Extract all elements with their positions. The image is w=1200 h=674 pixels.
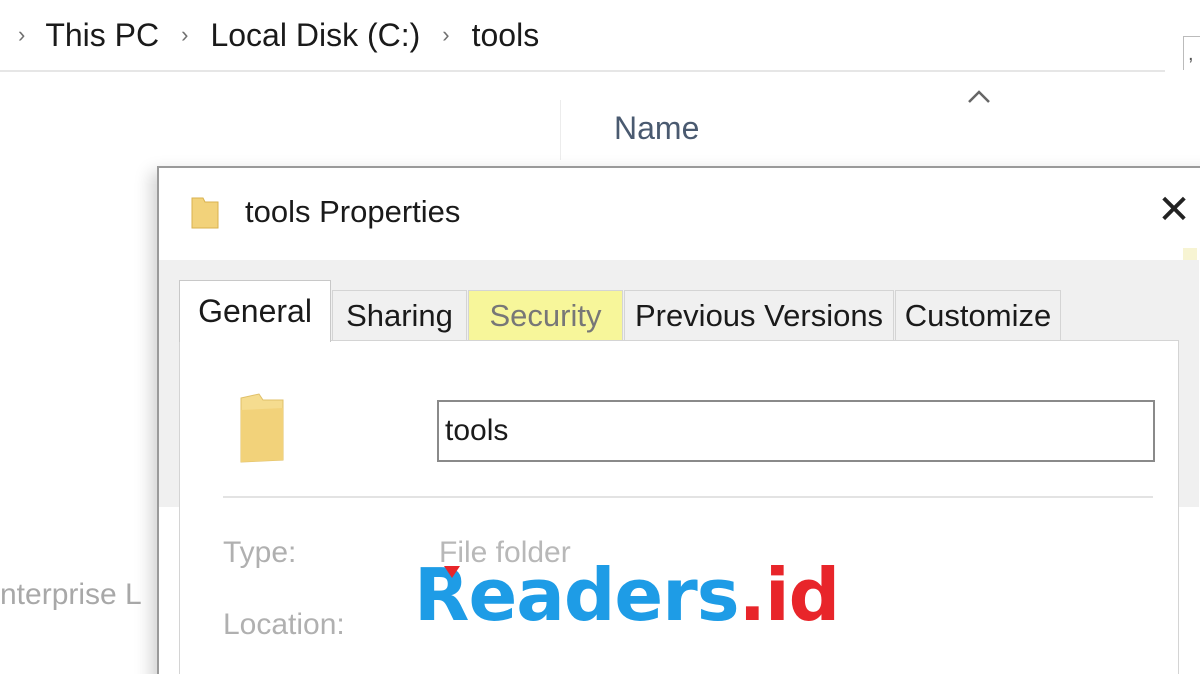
type-label: Type: <box>223 536 297 569</box>
chevron-right-icon[interactable]: › <box>181 22 188 48</box>
location-label: Location: <box>223 608 345 641</box>
search-box-fragment[interactable]: , <box>1183 36 1200 70</box>
breadcrumb-item-this-pc[interactable]: This PC <box>45 17 159 54</box>
tab-customize[interactable]: Customize <box>895 290 1061 340</box>
watermark-logo: Readers.id <box>414 553 841 637</box>
folder-icon <box>191 197 219 229</box>
sidebar-text-fragment: nterprise L <box>0 578 142 611</box>
folder-name-input[interactable] <box>437 400 1155 462</box>
breadcrumb-item-tools[interactable]: tools <box>472 17 540 54</box>
chevron-up-icon <box>968 90 990 103</box>
tab-general[interactable]: General <box>179 280 331 342</box>
dialog-title: tools Properties <box>245 194 461 229</box>
close-icon[interactable]: ✕ <box>1154 190 1194 230</box>
tab-security[interactable]: Security <box>468 290 623 340</box>
folder-icon <box>240 393 284 463</box>
screenshot-root: › This PC › Local Disk (C:) › tools , Na… <box>0 0 1200 674</box>
chevron-right-icon[interactable]: › <box>18 22 25 48</box>
column-header-name[interactable]: Name <box>614 110 699 147</box>
separator <box>223 496 1153 498</box>
chevron-right-icon[interactable]: › <box>442 22 449 48</box>
tab-sharing[interactable]: Sharing <box>332 290 467 340</box>
breadcrumb-item-local-disk[interactable]: Local Disk (C:) <box>210 17 420 54</box>
breadcrumb: › This PC › Local Disk (C:) › tools <box>0 0 1165 72</box>
tab-previous-versions[interactable]: Previous Versions <box>624 290 894 340</box>
column-divider[interactable] <box>560 100 561 160</box>
logo-accent-icon <box>444 566 460 578</box>
watermark-tld: .id <box>738 553 841 637</box>
